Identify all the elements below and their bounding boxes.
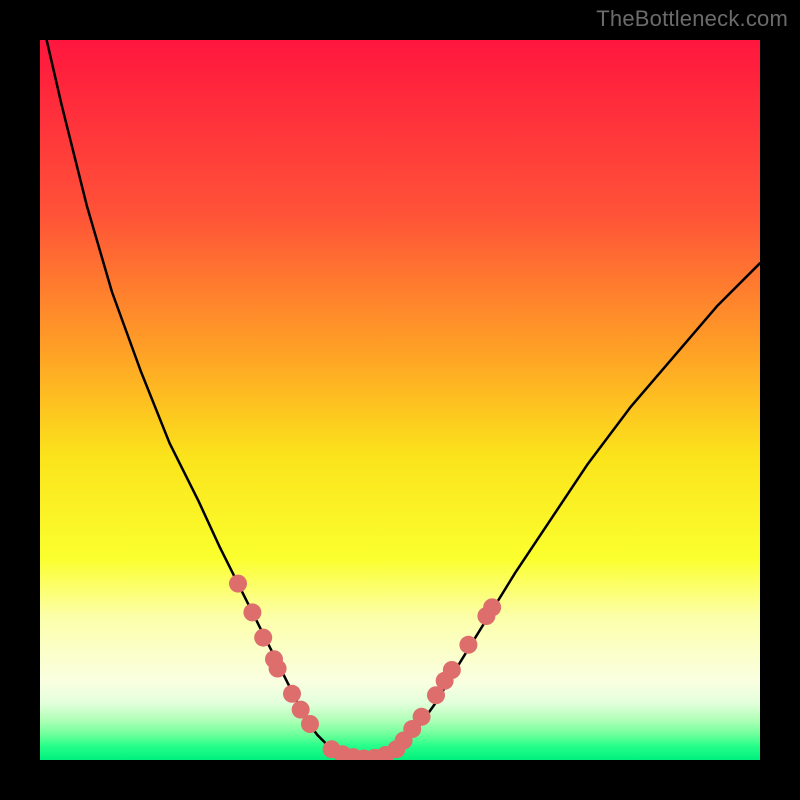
data-marker [443,661,461,679]
data-marker [459,636,477,654]
marker-group [229,575,501,760]
data-marker [229,575,247,593]
data-marker [283,685,301,703]
bottleneck-curve-path [40,40,760,759]
data-marker [243,603,261,621]
curve-layer [40,40,760,760]
plot-area [40,40,760,760]
watermark-text: TheBottleneck.com [596,6,788,32]
data-marker [269,660,287,678]
data-marker [254,629,272,647]
data-marker [301,715,319,733]
data-marker [483,598,501,616]
data-marker [413,708,431,726]
chart-frame: TheBottleneck.com [0,0,800,800]
